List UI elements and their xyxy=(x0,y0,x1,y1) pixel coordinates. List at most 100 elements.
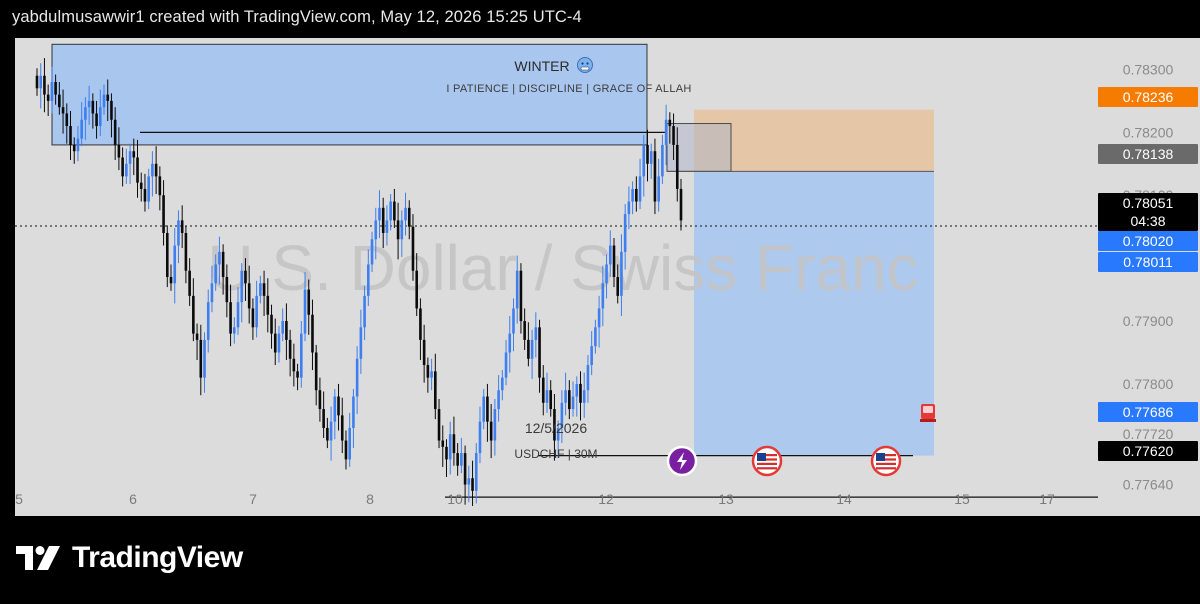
candle-body xyxy=(582,390,586,403)
price-axis-canvas[interactable]: 0.783000.782000.781000.779000.778000.777… xyxy=(1098,38,1200,516)
tradingview-logo[interactable]: TradingView xyxy=(16,541,243,575)
candle-body xyxy=(292,358,296,372)
countdown-label: 04:38 xyxy=(1130,213,1165,229)
candle-body xyxy=(616,277,620,296)
candle-body xyxy=(247,283,251,309)
y-tick-label: 0.78200 xyxy=(1123,124,1174,140)
candle-body xyxy=(84,107,87,120)
y-tick-label: 0.77800 xyxy=(1123,376,1174,392)
candle-body xyxy=(303,289,307,334)
candle-body xyxy=(441,440,445,447)
candle-body xyxy=(486,396,489,422)
candle-body xyxy=(143,188,147,202)
candle-body xyxy=(564,390,567,403)
candle-body xyxy=(393,201,396,221)
candle-body xyxy=(221,251,225,277)
candle-body xyxy=(117,144,121,158)
chart-area[interactable]: U.S. Dollar / Swiss Franc WINTER I PATIE… xyxy=(15,38,1098,516)
x-tick-label: 10 xyxy=(447,491,463,507)
candle-body xyxy=(307,289,311,315)
candle-body xyxy=(177,220,180,246)
candle-body xyxy=(162,195,165,233)
candle-body xyxy=(210,283,214,303)
candle-body xyxy=(608,245,612,265)
us-flag-event-icon[interactable] xyxy=(751,445,783,477)
candle-body xyxy=(538,327,541,378)
annotation-date: 12/5/2026 xyxy=(525,420,587,436)
cold-face-icon xyxy=(577,57,593,73)
candle-body xyxy=(456,453,459,466)
candle-body xyxy=(314,352,318,391)
candle-body xyxy=(605,264,608,284)
candle-body xyxy=(594,327,597,347)
candle-body xyxy=(489,421,493,441)
candle-body xyxy=(549,390,553,410)
candle-body xyxy=(352,396,355,428)
candle-body xyxy=(76,138,80,152)
candle-body xyxy=(664,119,668,145)
us-flag-event-icon[interactable] xyxy=(870,445,902,477)
candle-body xyxy=(426,365,430,378)
price-axis[interactable]: 0.783000.782000.781000.779000.778000.777… xyxy=(1098,38,1200,516)
candle-body xyxy=(192,295,195,334)
position-target-zone[interactable] xyxy=(694,171,934,456)
candle-body xyxy=(98,107,102,127)
candle-body xyxy=(355,358,359,397)
candle-body xyxy=(493,409,497,441)
x-tick-label: 7 xyxy=(249,491,257,507)
candle-body xyxy=(173,245,177,284)
candle-body xyxy=(50,82,54,101)
candle-body xyxy=(422,339,426,366)
chart-canvas[interactable]: U.S. Dollar / Swiss Franc WINTER I PATIE… xyxy=(15,38,1098,516)
alarm-event-icon[interactable] xyxy=(920,404,936,422)
candle-body xyxy=(296,371,299,378)
candle-body xyxy=(236,302,240,328)
candle-body xyxy=(91,100,95,114)
candle-body xyxy=(400,220,404,240)
candle-body xyxy=(631,188,634,202)
candle-body xyxy=(199,339,203,378)
price-label-text: 0.77620 xyxy=(1123,443,1174,459)
candle-body xyxy=(545,390,549,403)
candle-body xyxy=(467,478,471,485)
candle-body xyxy=(508,333,512,353)
candle-body xyxy=(374,220,378,240)
candle-body xyxy=(575,383,579,397)
candle-body xyxy=(437,409,441,441)
candle-body xyxy=(597,308,601,328)
candle-body xyxy=(623,214,627,252)
x-tick-label: 14 xyxy=(836,491,852,507)
candle-body xyxy=(340,415,344,441)
lightning-event-icon[interactable] xyxy=(666,445,698,477)
candle-body xyxy=(322,409,325,428)
candle-body xyxy=(46,94,50,101)
candle-body xyxy=(106,94,110,101)
tradingview-logo-icon xyxy=(16,546,60,570)
candle-body xyxy=(642,144,646,177)
candle-body xyxy=(65,113,69,127)
candle-body xyxy=(474,453,478,491)
candle-body xyxy=(430,371,433,378)
candle-body xyxy=(270,314,273,334)
candle-body xyxy=(277,333,281,353)
candle-body xyxy=(515,270,519,309)
candle-body xyxy=(501,377,504,391)
x-tick-label: 17 xyxy=(1039,491,1055,507)
candle-body xyxy=(110,100,113,120)
candle-body xyxy=(661,144,664,177)
candle-body xyxy=(407,207,411,227)
candle-body xyxy=(121,157,124,177)
candle-body xyxy=(136,157,139,183)
candle-body xyxy=(266,295,270,315)
candle-body xyxy=(329,421,333,441)
candle-body xyxy=(497,390,500,410)
candle-body xyxy=(541,377,545,403)
candle-body xyxy=(389,201,392,221)
candle-body xyxy=(385,220,389,233)
symbol-watermark: U.S. Dollar / Swiss Franc xyxy=(207,232,918,304)
price-label-text: 0.78020 xyxy=(1123,233,1174,249)
candle-body xyxy=(35,75,39,89)
candle-body xyxy=(471,478,474,491)
candle-body xyxy=(586,365,590,391)
candle-body xyxy=(165,232,169,277)
